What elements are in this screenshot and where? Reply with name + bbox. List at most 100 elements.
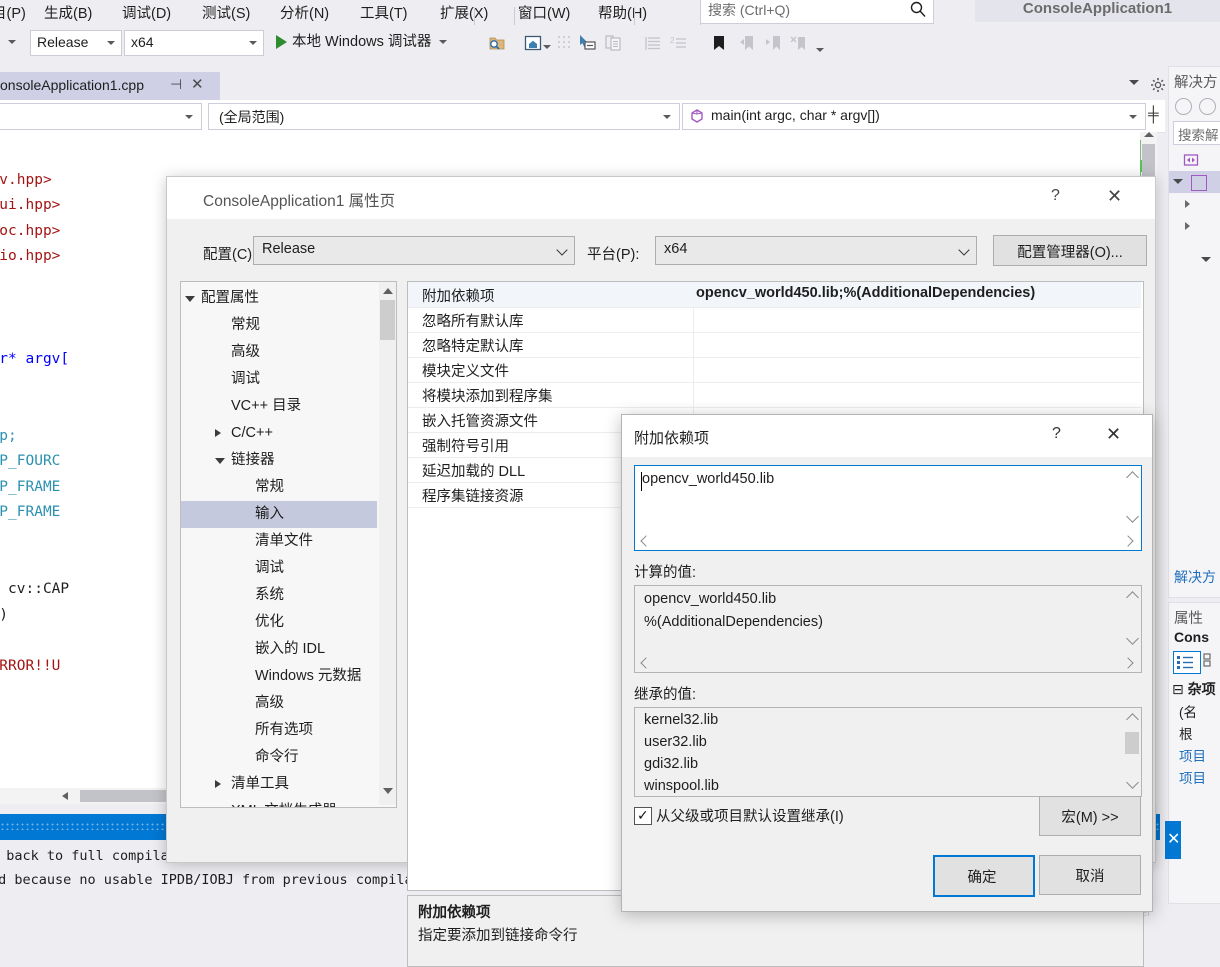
scroll-up-icon[interactable] xyxy=(1144,132,1154,137)
scroll-down-icon[interactable] xyxy=(383,788,393,794)
copy-lines-icon[interactable] xyxy=(604,34,622,52)
expander-expanded-icon[interactable] xyxy=(215,458,225,464)
tree-node-14[interactable]: Windows 元数据 xyxy=(181,663,379,690)
help-icon[interactable]: ? xyxy=(1051,187,1060,205)
tree-node-10[interactable]: 调试 xyxy=(181,555,379,582)
scroll-left-icon[interactable] xyxy=(640,657,651,668)
scroll-right-icon[interactable] xyxy=(1122,657,1133,668)
tree-node-9[interactable]: 清单文件 xyxy=(181,528,379,555)
dependencies-edit-textarea[interactable]: opencv_world450.lib xyxy=(634,465,1142,551)
search-in-folder-icon[interactable] xyxy=(488,34,506,52)
scroll-up-icon[interactable] xyxy=(1126,471,1139,484)
property-value[interactable]: opencv_world450.lib;%(AdditionalDependen… xyxy=(696,285,1035,301)
scroll-up-icon[interactable] xyxy=(1126,591,1139,604)
configuration-combo[interactable]: Release xyxy=(30,30,122,56)
solution-explorer-footer-link[interactable]: 解决方 xyxy=(1174,567,1216,587)
inherit-checkbox[interactable]: ✓ xyxy=(634,807,652,825)
member-combo[interactable]: main(int argc, char * argv[]) xyxy=(682,103,1146,130)
property-row[interactable]: 根 xyxy=(1179,723,1193,743)
tree-node-8[interactable]: 输入 xyxy=(181,501,377,528)
scroll-up-icon[interactable] xyxy=(383,288,393,294)
scroll-down-icon[interactable] xyxy=(1126,776,1139,789)
global-scope-combo[interactable]: (全局范围) xyxy=(208,103,680,130)
scroll-down-icon[interactable] xyxy=(1126,632,1139,645)
menu-item-analyze[interactable]: 分析(N) xyxy=(280,0,329,28)
property-pages-configuration-combo[interactable]: Release xyxy=(253,236,575,265)
collapse-icon[interactable]: ⊟ xyxy=(1172,681,1184,697)
cursor-select-icon[interactable] xyxy=(578,34,596,52)
close-panel-button[interactable]: ✕ xyxy=(1165,821,1181,859)
property-grid-row[interactable]: 将模块添加到程序集 xyxy=(408,382,1141,408)
help-icon[interactable]: ? xyxy=(1052,425,1061,443)
tree-node-18[interactable]: 清单工具 xyxy=(181,771,379,798)
close-icon[interactable]: ✕ xyxy=(1106,424,1121,445)
property-row[interactable]: 项目 xyxy=(1179,767,1206,787)
split-view-icon[interactable]: ╪ xyxy=(1148,106,1159,123)
gear-icon[interactable] xyxy=(1150,77,1166,93)
expander-expanded-icon[interactable] xyxy=(185,296,195,302)
tree-node-5[interactable]: C/C++ xyxy=(181,420,379,447)
menu-item-tools[interactable]: 工具(T) xyxy=(360,0,408,28)
menu-item-project[interactable]: 目(P) xyxy=(0,0,26,28)
pin-tab-icon[interactable]: ⊣ xyxy=(170,76,182,93)
tree-node-13[interactable]: 嵌入的 IDL xyxy=(181,636,379,663)
menu-item-build[interactable]: 生成(B) xyxy=(44,0,92,28)
inherit-checkbox-label[interactable]: 从父级或项目默认设置继承(I) xyxy=(656,805,844,826)
edit-vertical-scrollbar[interactable] xyxy=(1124,467,1140,529)
alphabetical-view-button[interactable] xyxy=(1203,652,1220,671)
categorized-view-button[interactable] xyxy=(1173,651,1201,674)
property-row[interactable]: (名 xyxy=(1179,701,1197,721)
menu-item-test[interactable]: 测试(S) xyxy=(202,0,250,28)
property-pages-platform-combo[interactable]: x64 xyxy=(655,236,977,265)
tree-node-1[interactable]: 常规 xyxy=(181,312,379,339)
scroll-left-icon[interactable] xyxy=(640,535,651,546)
expander-icon[interactable] xyxy=(1201,257,1211,262)
properties-toolbar[interactable] xyxy=(1173,651,1220,673)
expander-collapsed-icon[interactable] xyxy=(215,780,221,788)
configuration-manager-button[interactable]: 配置管理器(O)... xyxy=(993,235,1147,266)
close-tab-icon[interactable]: ✕ xyxy=(191,75,204,93)
properties-category-row[interactable]: ⊟ 杂项 xyxy=(1172,679,1216,699)
tree-node-16[interactable]: 所有选项 xyxy=(181,717,379,744)
platform-combo[interactable]: x64 xyxy=(124,30,264,56)
evaluated-horizontal-scrollbar[interactable] xyxy=(636,655,1140,671)
menu-item-debug[interactable]: 调试(D) xyxy=(122,0,171,28)
cancel-button[interactable]: 取消 xyxy=(1039,855,1141,895)
menu-item-help[interactable]: 帮助(H) xyxy=(598,0,647,28)
home-window-icon[interactable] xyxy=(524,34,542,52)
editor-tab-consoleapplication1-cpp[interactable]: onsoleApplication1.cpp ⊣ ✕ xyxy=(0,72,220,100)
scroll-up-icon[interactable] xyxy=(1126,713,1139,726)
project-node[interactable] xyxy=(1169,171,1220,193)
menu-item-window[interactable]: 窗口(W) xyxy=(518,0,570,28)
tree-node-2[interactable]: 高级 xyxy=(181,339,379,366)
edit-horizontal-scrollbar[interactable] xyxy=(636,533,1140,549)
expander-icon[interactable] xyxy=(1173,179,1183,184)
ok-button[interactable]: 确定 xyxy=(933,855,1035,897)
toolbar-overflow-chevron-2[interactable] xyxy=(816,48,824,52)
property-row[interactable]: 项目 xyxy=(1179,745,1206,765)
evaluated-vertical-scrollbar[interactable] xyxy=(1124,587,1140,651)
property-grid-row[interactable]: 忽略所有默认库 xyxy=(408,307,1141,333)
tab-overflow-chevron-icon[interactable] xyxy=(1129,80,1139,85)
tree-node-12[interactable]: 优化 xyxy=(181,609,379,636)
macros-button[interactable]: 宏(M) >> xyxy=(1039,796,1141,836)
start-debugging-button[interactable]: 本地 Windows 调试器 xyxy=(276,30,431,54)
tree-node-15[interactable]: 高级 xyxy=(181,690,379,717)
tree-scroll-thumb[interactable] xyxy=(380,300,395,340)
additional-dependencies-dialog[interactable]: 附加依赖项 ? ✕ opencv_world450.lib 计算的值: open… xyxy=(621,414,1153,912)
solution-explorer-panel[interactable]: 解决方 搜索解 xyxy=(1168,66,1220,598)
solution-explorer-search-input[interactable]: 搜索解 xyxy=(1173,121,1220,145)
chevron-down-icon[interactable] xyxy=(439,40,447,44)
tree-node-7[interactable]: 常规 xyxy=(181,474,379,501)
inherited-scroll-thumb[interactable] xyxy=(1125,732,1139,754)
scroll-right-icon[interactable] xyxy=(1122,535,1133,546)
tree-node-19[interactable]: XML 文档生成器 xyxy=(181,798,379,808)
search-input[interactable]: 搜索 (Ctrl+Q) xyxy=(700,0,934,24)
bookmark-icon[interactable] xyxy=(710,34,728,52)
tree-node-3[interactable]: 调试 xyxy=(181,366,379,393)
scroll-left-icon[interactable] xyxy=(62,792,68,800)
toolbar-overflow-chevron[interactable] xyxy=(8,40,16,44)
expander-icon[interactable] xyxy=(1185,222,1190,230)
tree-node-11[interactable]: 系统 xyxy=(181,582,379,609)
expander-collapsed-icon[interactable] xyxy=(215,807,221,808)
